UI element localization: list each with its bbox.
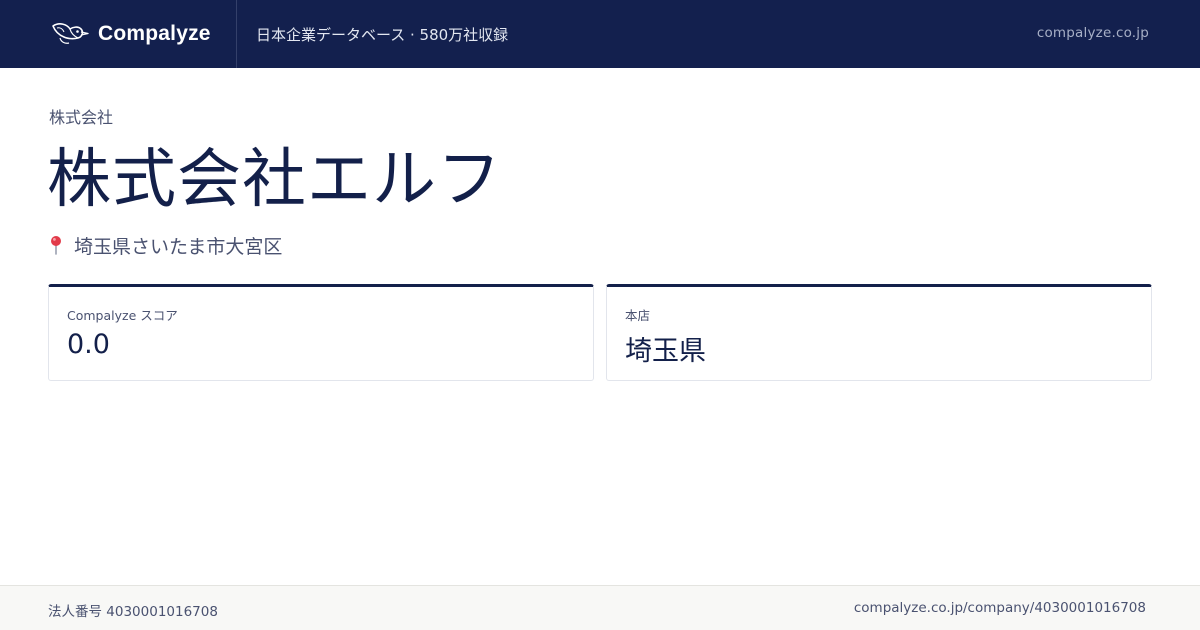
head-office-value: 埼玉県: [625, 336, 706, 367]
score-label: Compalyze スコア: [67, 308, 178, 323]
head-office-card: 本店 埼玉県: [606, 284, 1152, 381]
top-bar: Compalyze 日本企業データベース · 580万社収録 compalyze…: [0, 0, 1200, 68]
company-page-url[interactable]: compalyze.co.jp/company/4030001016708: [854, 600, 1146, 616]
header-domain-link[interactable]: compalyze.co.jp: [1037, 25, 1149, 41]
brand-logo-link[interactable]: Compalyze: [50, 19, 211, 49]
header-divider: [236, 0, 237, 68]
score-card: Compalyze スコア 0.0: [48, 284, 594, 381]
header-tagline: 日本企業データベース · 580万社収録: [256, 26, 509, 44]
head-office-label: 本店: [625, 308, 651, 323]
duck-logo-icon: [52, 23, 89, 44]
footer: 法人番号 4030001016708 compalyze.co.jp/compa…: [0, 585, 1200, 630]
map-pin-icon: [51, 236, 61, 255]
company-name: 株式会社エルフ: [47, 143, 502, 217]
score-value: 0.0: [67, 329, 110, 360]
corporate-number: 法人番号 4030001016708: [48, 604, 218, 620]
company-address-row: 埼玉県さいたま市大宮区: [48, 232, 282, 258]
company-type: 株式会社: [49, 108, 114, 127]
brand-name: Compalyze: [98, 22, 211, 45]
company-address: 埼玉県さいたま市大宮区: [74, 235, 283, 258]
